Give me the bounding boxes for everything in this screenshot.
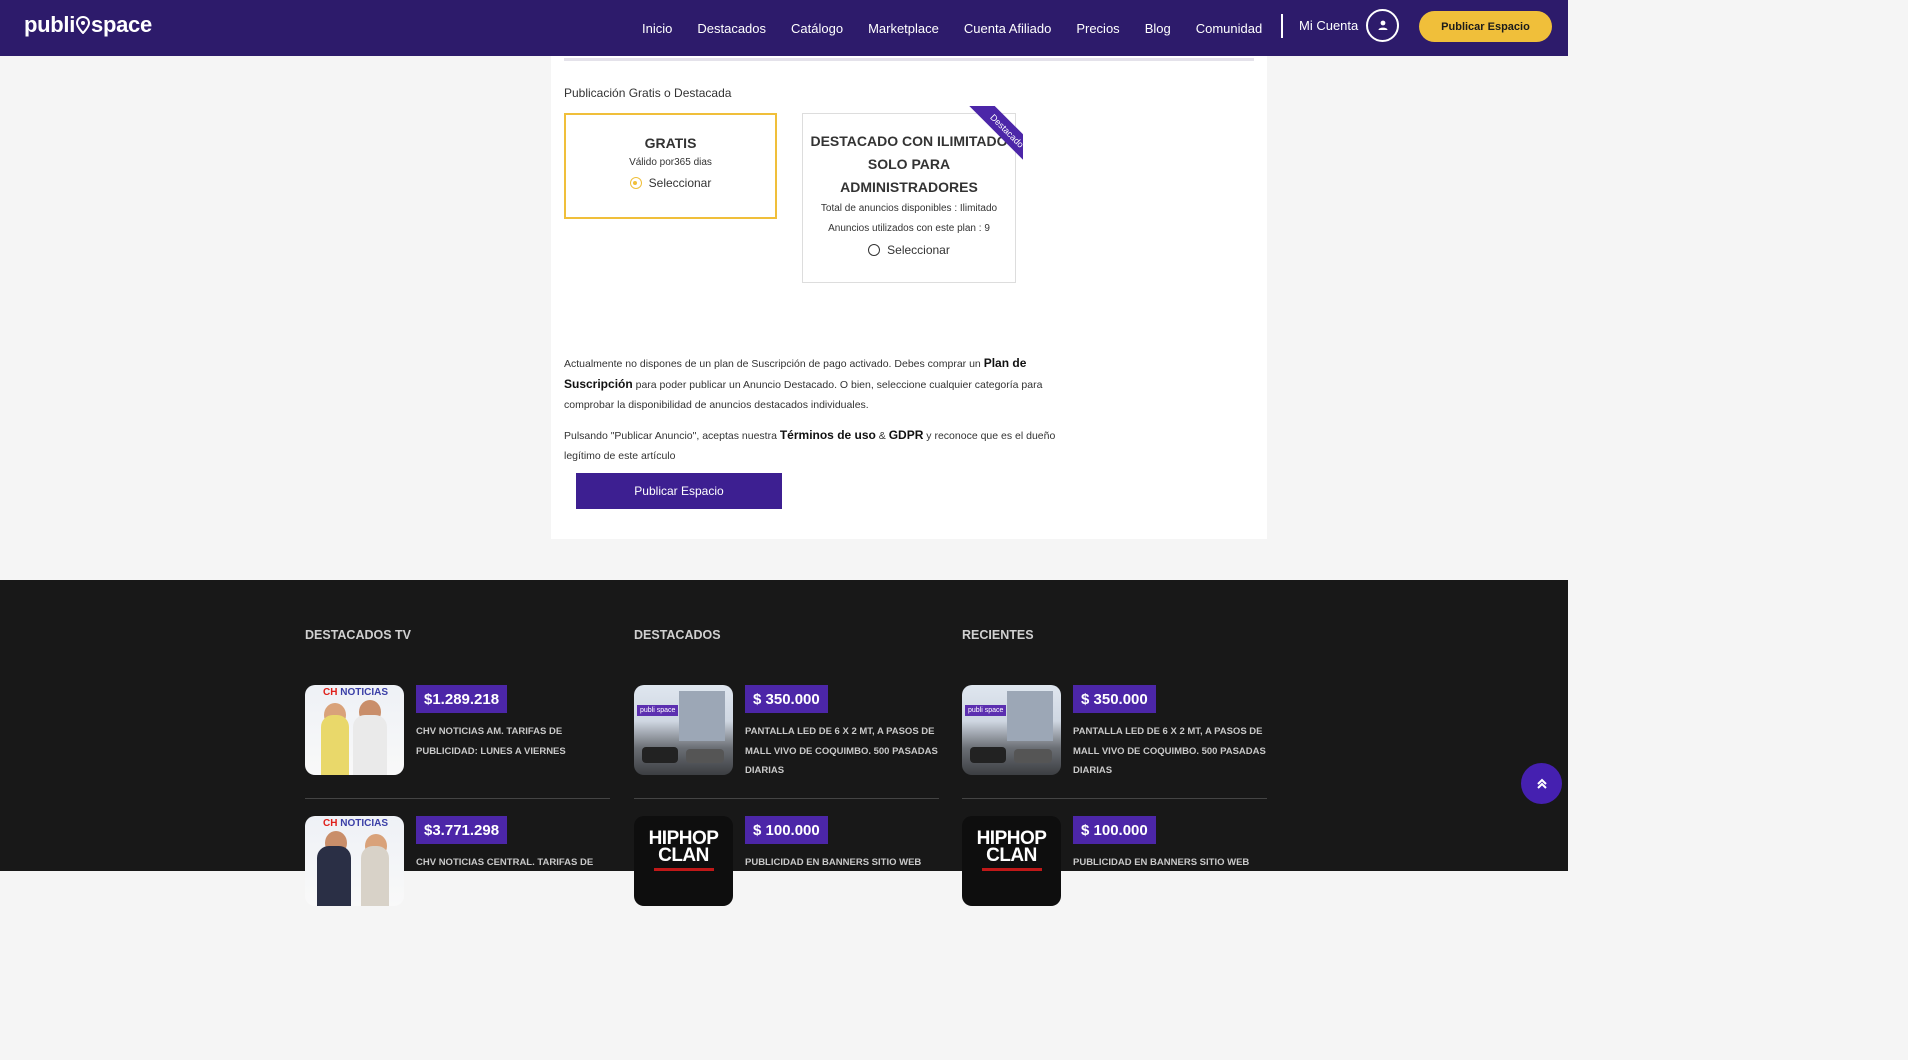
footer-listing[interactable]: publi space $ 350.000 PANTALLA LED DE 6 …: [634, 685, 939, 800]
terms-link[interactable]: Términos de uso: [780, 428, 876, 442]
listing-price[interactable]: $ 350.000: [745, 685, 828, 713]
site-header: publi space Inicio Destacados Catálogo M…: [0, 0, 1568, 56]
divider: [634, 798, 939, 799]
plan-featured-select-label: Seleccionar: [887, 243, 950, 257]
thumb-brand: HIPHOP CLAN: [648, 828, 719, 866]
nav-cuenta-afiliado[interactable]: Cuenta Afiliado: [964, 21, 1051, 36]
divider: [962, 798, 1267, 799]
listing-thumbnail[interactable]: HIPHOP CLAN: [962, 816, 1061, 906]
footer-col-title: DESTACADOS: [634, 628, 721, 642]
divider: [305, 798, 610, 799]
listing-title[interactable]: PANTALLA LED DE 6 X 2 MT, A PASOS DE MAL…: [1073, 722, 1268, 781]
thumb-brand: CH NOTICIAS: [323, 818, 389, 829]
footer-listing[interactable]: CH NOTICIAS $3.771.298 CHV NOTICIAS CENT…: [305, 816, 610, 931]
nav-destacados[interactable]: Destacados: [697, 21, 766, 36]
nav-catalogo[interactable]: Catálogo: [791, 21, 843, 36]
footer-col-title: DESTACADOS TV: [305, 628, 412, 642]
plan-featured-total: Total de anuncios disponibles : Ilimitad…: [820, 203, 998, 214]
footer-listing[interactable]: CH NOTICIAS $1.289.218 CHV NOTICIAS AM. …: [305, 685, 610, 800]
notice-text-2: para poder publicar un Anuncio Destacado…: [564, 379, 1043, 411]
notice-text-1: Actualmente no dispones de un plan de Su…: [564, 358, 984, 370]
featured-ribbon-label: Destacado: [965, 106, 1023, 166]
publish-form-card: Publicación Gratis o Destacada GRATIS Vá…: [551, 56, 1267, 539]
logo-text-left: publi: [24, 12, 76, 37]
listing-thumbnail[interactable]: publi space: [634, 685, 733, 775]
nav-marketplace[interactable]: Marketplace: [868, 21, 939, 36]
map-pin-icon: [76, 16, 91, 34]
terms-text-1: Pulsando "Publicar Anuncio", aceptas nue…: [564, 430, 780, 442]
listing-thumbnail[interactable]: CH NOTICIAS: [305, 816, 404, 906]
logo[interactable]: publi space: [24, 12, 152, 38]
listing-price[interactable]: $ 100.000: [1073, 816, 1156, 844]
plan-featured-used: Anuncios utilizados con este plan : 9: [828, 223, 990, 234]
radio-selected-icon[interactable]: [629, 177, 642, 189]
listing-price[interactable]: $ 350.000: [1073, 685, 1156, 713]
site-footer: DESTACADOS TV CH NOTICIAS $1.289.218 CHV…: [0, 580, 1568, 906]
publish-space-submit-button[interactable]: Publicar Espacio: [576, 473, 782, 509]
gdpr-link[interactable]: GDPR: [889, 428, 924, 442]
account-menu[interactable]: Mi Cuenta: [1299, 8, 1400, 42]
plan-featured-select[interactable]: Seleccionar: [803, 243, 1015, 257]
thumb-tag: publi space: [965, 705, 1007, 716]
plan-free-select[interactable]: Seleccionar: [566, 176, 775, 190]
subscription-notice: Actualmente no dispones de un plan de Su…: [564, 353, 1074, 415]
listing-price[interactable]: $1.289.218: [416, 685, 508, 713]
plan-free-select-label: Seleccionar: [648, 176, 712, 190]
user-icon[interactable]: [1366, 8, 1400, 42]
listing-price[interactable]: $ 100.000: [745, 816, 828, 844]
thumb-tag: publi space: [637, 705, 679, 716]
footer-listing[interactable]: publi space $ 350.000 PANTALLA LED DE 6 …: [962, 685, 1267, 800]
nav-blog[interactable]: Blog: [1145, 21, 1171, 36]
listing-thumbnail[interactable]: CH NOTICIAS: [305, 685, 404, 775]
terms-amp: &: [875, 430, 889, 442]
section-divider: [564, 58, 1254, 61]
listing-title[interactable]: PUBLICIDAD EN BANNERS SITIO WEB: [745, 853, 940, 873]
listing-thumbnail[interactable]: publi space: [962, 685, 1061, 775]
thumb-brand: CH NOTICIAS: [323, 687, 389, 698]
featured-ribbon: Destacado: [963, 106, 1023, 166]
listing-title[interactable]: PANTALLA LED DE 6 X 2 MT, A PASOS DE MAL…: [745, 722, 940, 781]
plan-free-card[interactable]: GRATIS Válido por365 dias Seleccionar: [564, 113, 777, 219]
main-nav: Inicio Destacados Catálogo Marketplace C…: [642, 0, 1287, 56]
listing-price[interactable]: $3.771.298: [416, 816, 508, 844]
plan-free-title: GRATIS: [644, 135, 697, 151]
listing-thumbnail[interactable]: HIPHOP CLAN: [634, 816, 733, 906]
plan-section-label: Publicación Gratis o Destacada: [564, 86, 732, 100]
publish-space-header-button[interactable]: Publicar Espacio: [1419, 11, 1552, 42]
radio-unselected-icon[interactable]: [868, 244, 881, 256]
logo-text-right: space: [91, 12, 152, 37]
nav-comunidad[interactable]: Comunidad: [1196, 21, 1263, 36]
listing-title[interactable]: PUBLICIDAD EN BANNERS SITIO WEB: [1073, 853, 1268, 873]
double-chevron-up-icon[interactable]: [1521, 763, 1562, 804]
terms-notice: Pulsando "Publicar Anuncio", aceptas nue…: [564, 425, 1084, 466]
plan-free-validity: Válido por365 dias: [629, 157, 712, 168]
nav-inicio[interactable]: Inicio: [642, 21, 672, 36]
listing-title[interactable]: CHV NOTICIAS AM. TARIFAS DE PUBLICIDAD: …: [416, 722, 611, 761]
footer-listing[interactable]: HIPHOP CLAN $ 100.000 PUBLICIDAD EN BANN…: [634, 816, 939, 931]
nav-divider: [1281, 14, 1283, 38]
footer-col-title: RECIENTES: [962, 628, 1034, 642]
account-label: Mi Cuenta: [1299, 17, 1359, 33]
nav-precios[interactable]: Precios: [1076, 21, 1119, 36]
footer-listing[interactable]: HIPHOP CLAN $ 100.000 PUBLICIDAD EN BANN…: [962, 816, 1267, 931]
listing-title[interactable]: CHV NOTICIAS CENTRAL. TARIFAS DE: [416, 853, 611, 873]
thumb-brand: HIPHOP CLAN: [976, 828, 1047, 866]
